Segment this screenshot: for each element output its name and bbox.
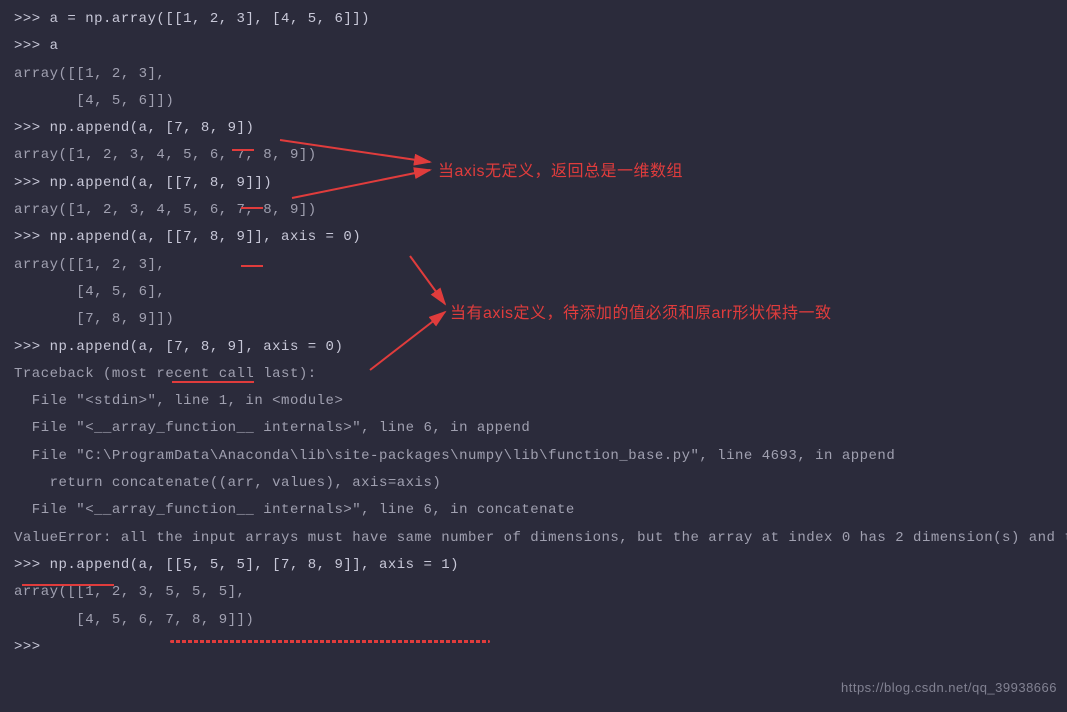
code-text: a — [50, 38, 59, 54]
code-text: np.append(a, [[7, 8, 9]]) — [50, 175, 273, 191]
output-text: array([1, 2, 3, 4, 5, 6, 7, 8, 9]) — [14, 202, 317, 218]
output-text: array([[1, 2, 3, 5, 5, 5], — [14, 584, 245, 600]
output-text: array([[1, 2, 3], — [14, 66, 165, 82]
output-line: File "<stdin>", line 1, in <module> — [14, 388, 1053, 415]
output-text: [4, 5, 6]]) — [14, 93, 174, 109]
output-line: array([[1, 2, 3, 5, 5, 5], — [14, 579, 1053, 606]
input-line: >>> np.append(a, [[7, 8, 9]], axis = 0) — [14, 224, 1053, 251]
output-text: [4, 5, 6, 7, 8, 9]]) — [14, 612, 254, 628]
underline-1 — [232, 149, 254, 151]
output-text: return concatenate((arr, values), axis=a… — [14, 475, 441, 491]
output-text: [7, 8, 9]]) — [14, 311, 174, 327]
output-line: array([[1, 2, 3], — [14, 252, 1053, 279]
prompt: >>> — [14, 339, 50, 355]
output-line: File "C:\ProgramData\Anaconda\lib\site-p… — [14, 443, 1053, 470]
prompt: >>> — [14, 120, 50, 136]
output-text: File "<__array_function__ internals>", l… — [14, 502, 575, 518]
code-text: a = np.array([[1, 2, 3], [4, 5, 6]]) — [50, 11, 370, 27]
prompt: >>> — [14, 229, 50, 245]
output-line: File "<__array_function__ internals>", l… — [14, 415, 1053, 442]
output-text: File "<__array_function__ internals>", l… — [14, 420, 530, 436]
code-text: np.append(a, [[5, 5, 5], [7, 8, 9]], axi… — [50, 557, 459, 573]
output-text: ValueError: all the input arrays must ha… — [14, 530, 1067, 546]
output-line: array([1, 2, 3, 4, 5, 6, 7, 8, 9]) — [14, 197, 1053, 224]
prompt: >>> — [14, 557, 50, 573]
output-line: File "<__array_function__ internals>", l… — [14, 497, 1053, 524]
output-line: array([[1, 2, 3], — [14, 61, 1053, 88]
output-line: Traceback (most recent call last): — [14, 361, 1053, 388]
output-text: File "<stdin>", line 1, in <module> — [14, 393, 343, 409]
output-text: [4, 5, 6], — [14, 284, 165, 300]
watermark: https://blog.csdn.net/qq_39938666 — [841, 675, 1057, 700]
terminal-output[interactable]: >>> a = np.array([[1, 2, 3], [4, 5, 6]])… — [14, 6, 1053, 661]
prompt: >>> — [14, 38, 50, 54]
input-line: >>> — [14, 634, 1053, 661]
code-text: np.append(a, [[7, 8, 9]], axis = 0) — [50, 229, 362, 245]
output-line: ValueError: all the input arrays must ha… — [14, 525, 1053, 552]
input-line: >>> np.append(a, [7, 8, 9]) — [14, 115, 1053, 142]
prompt: >>> — [14, 175, 50, 191]
underline-3 — [241, 265, 263, 267]
code-text: np.append(a, [7, 8, 9], axis = 0) — [50, 339, 344, 355]
input-line: >>> np.append(a, [[5, 5, 5], [7, 8, 9]],… — [14, 552, 1053, 579]
output-text: array([1, 2, 3, 4, 5, 6, 7, 8, 9]) — [14, 147, 317, 163]
underline-6 — [170, 640, 490, 643]
output-text: Traceback (most recent call last): — [14, 366, 317, 382]
prompt: >>> — [14, 11, 50, 27]
underline-5 — [22, 584, 114, 586]
annotation-1: 当axis无定义，返回总是一维数组 — [438, 156, 683, 187]
input-line: >>> a — [14, 33, 1053, 60]
input-line: >>> a = np.array([[1, 2, 3], [4, 5, 6]]) — [14, 6, 1053, 33]
annotation-2: 当有axis定义，待添加的值必须和原arr形状保持一致 — [450, 298, 832, 329]
underline-2 — [241, 207, 263, 209]
output-text: array([[1, 2, 3], — [14, 257, 165, 273]
code-text: np.append(a, [7, 8, 9]) — [50, 120, 255, 136]
prompt: >>> — [14, 639, 50, 655]
output-line: [4, 5, 6]]) — [14, 88, 1053, 115]
output-line: [4, 5, 6, 7, 8, 9]]) — [14, 607, 1053, 634]
output-line: return concatenate((arr, values), axis=a… — [14, 470, 1053, 497]
underline-4 — [172, 381, 254, 383]
input-line: >>> np.append(a, [7, 8, 9], axis = 0) — [14, 334, 1053, 361]
output-text: File "C:\ProgramData\Anaconda\lib\site-p… — [14, 448, 895, 464]
